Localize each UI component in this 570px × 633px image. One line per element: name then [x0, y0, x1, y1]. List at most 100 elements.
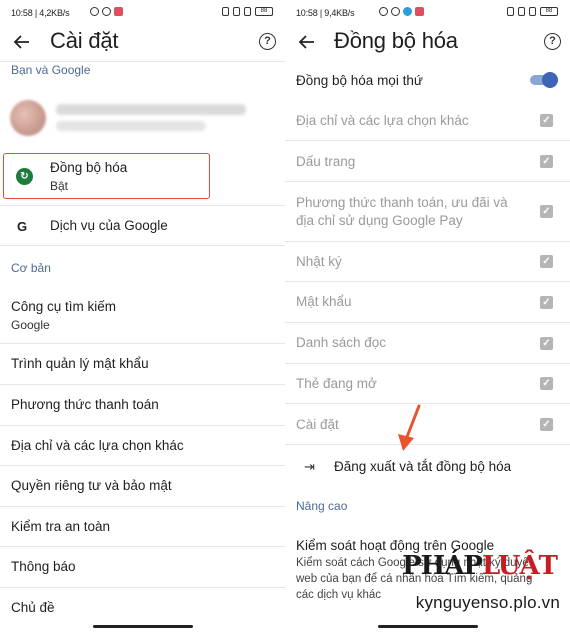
wifi-icon [244, 7, 251, 16]
bluetooth-icon [507, 7, 514, 16]
checkbox-checked-icon[interactable]: ✓ [540, 337, 553, 350]
watermark-logo: PHÁPLUẬT [402, 551, 558, 581]
signal-icon [518, 7, 525, 16]
section-header-basic: Cơ bản [11, 261, 51, 275]
item-label: Chủ đề [11, 600, 55, 615]
battery-icon: 88 [255, 7, 273, 16]
status-bar: 10:58 | 4,2KB/s 88 [0, 0, 285, 26]
page-title: Cài đặt [50, 28, 119, 53]
app-notification-icon [114, 7, 123, 16]
search-engine-item[interactable]: Công cụ tìm kiếm Google [0, 284, 285, 344]
safety-check-item[interactable]: Kiểm tra an toàn [0, 507, 285, 547]
app-bar: Đồng bộ hóa ? [285, 26, 570, 60]
sync-screen: 10:58 | 9,4KB/s 88 Đồng bộ hóa ? Đồng bộ… [285, 0, 570, 633]
sync-option-settings[interactable]: Cài đặt ✓ [285, 404, 570, 445]
watermark-logo-text: PHÁPLUẬT [402, 551, 558, 581]
status-right: 88 [222, 7, 273, 16]
sync-option-label-line2: địa chỉ sử dụng Google Pay [296, 213, 463, 228]
signal-icon [233, 7, 240, 16]
telegram-icon [403, 7, 412, 16]
status-right: 88 [507, 7, 558, 16]
account-name-blurred [56, 104, 246, 115]
alarm-icon [379, 7, 388, 16]
settings-screen: 10:58 | 4,2KB/s 88 Cài đặt ? Bạn và Goog… [0, 0, 285, 633]
status-icons [90, 7, 123, 16]
sync-option-payments[interactable]: Phương thức thanh toán, ưu đãi và địa ch… [285, 182, 570, 242]
alarm-icon [90, 7, 99, 16]
item-label: Địa chỉ và các lựa chọn khác [11, 438, 184, 453]
checkbox-checked-icon[interactable]: ✓ [540, 205, 553, 218]
item-label: Trình quản lý mật khẩu [11, 356, 149, 371]
sync-option-reading-list[interactable]: Danh sách đọc ✓ [285, 323, 570, 364]
sync-everything-row[interactable]: Đồng bộ hóa mọi thứ [285, 61, 570, 101]
home-indicator[interactable] [377, 625, 478, 628]
watermark-url: kynguyenso.plo.vn [415, 593, 560, 612]
google-icon: G [17, 219, 28, 234]
signout-row[interactable]: Đăng xuất và tắt đồng bộ hóa [285, 445, 570, 488]
clock-icon [102, 7, 111, 16]
password-manager-item[interactable]: Trình quản lý mật khẩu [0, 344, 285, 385]
divider [0, 61, 285, 62]
annotation-arrow-icon [398, 404, 421, 451]
home-indicator[interactable] [92, 625, 193, 628]
google-services-item[interactable]: Dịch vụ của Google [0, 206, 285, 246]
item-label: Thông báo [11, 559, 76, 574]
sync-option-label: Địa chỉ và các lựa chọn khác [296, 113, 469, 128]
toggle-knob [542, 72, 558, 88]
sync-option-open-tabs[interactable]: Thẻ đang mở ✓ [285, 364, 570, 404]
status-time: 10:58 | 4,2KB/s [11, 8, 70, 18]
sync-option-label: Thẻ đang mở [296, 376, 377, 391]
back-arrow-icon[interactable] [12, 32, 32, 52]
wifi-icon [529, 7, 536, 16]
theme-item[interactable]: Chủ đề [0, 588, 285, 628]
status-bar: 10:58 | 9,4KB/s 88 [285, 0, 570, 26]
app-bar: Cài đặt ? [0, 26, 285, 60]
search-engine-subtitle: Google [11, 318, 50, 332]
sync-option-bookmarks[interactable]: Dấu trang ✓ [285, 141, 570, 182]
battery-icon: 88 [540, 7, 558, 16]
item-label: Quyền riêng tư và bảo mật [11, 478, 172, 493]
sync-option-label: Cài đặt [296, 417, 339, 432]
account-row-blurred[interactable] [10, 98, 280, 138]
sync-everything-label: Đồng bộ hóa mọi thứ [296, 73, 423, 88]
help-icon[interactable]: ? [259, 33, 276, 50]
status-icons [379, 7, 424, 16]
addresses-item[interactable]: Địa chỉ và các lựa chọn khác [0, 426, 285, 466]
checkbox-checked-icon[interactable]: ✓ [540, 114, 553, 127]
page-title: Đồng bộ hóa [334, 28, 458, 53]
signout-icon: ⇥ [304, 459, 315, 474]
checkbox-checked-icon[interactable]: ✓ [540, 255, 553, 268]
checkbox-checked-icon[interactable]: ✓ [540, 155, 553, 168]
app-notification-icon [415, 7, 424, 16]
checkbox-checked-icon[interactable]: ✓ [540, 296, 553, 309]
section-header-account: Bạn và Google [11, 63, 91, 77]
checkbox-checked-icon[interactable]: ✓ [540, 418, 553, 431]
logo-part-1: PHÁP [402, 551, 483, 581]
sync-option-history[interactable]: Nhật ký ✓ [285, 242, 570, 282]
sync-option-passwords[interactable]: Mật khẩu ✓ [285, 282, 570, 323]
sync-option-addresses[interactable]: Địa chỉ và các lựa chọn khác ✓ [285, 101, 570, 141]
checkbox-checked-icon[interactable]: ✓ [540, 377, 553, 390]
highlight-box [3, 153, 210, 199]
sync-option-label: Nhật ký [296, 254, 342, 269]
sync-option-label: Mật khẩu [296, 294, 352, 309]
item-label: Phương thức thanh toán [11, 397, 159, 412]
logo-part-2: LUẬT [481, 551, 558, 581]
sync-everything-toggle[interactable] [530, 72, 558, 88]
status-time: 10:58 | 9,4KB/s [296, 8, 355, 18]
privacy-security-item[interactable]: Quyền riêng tư và bảo mật [0, 466, 285, 507]
sync-option-label: Phương thức thanh toán, ưu đãi và [296, 195, 508, 210]
notifications-item[interactable]: Thông báo [0, 547, 285, 588]
help-icon[interactable]: ? [544, 33, 561, 50]
section-header-advanced: Nâng cao [296, 499, 348, 513]
avatar [10, 100, 46, 136]
activity-line-3: các dịch vụ khác [296, 589, 382, 601]
search-engine-title: Công cụ tìm kiếm [11, 299, 117, 314]
payment-methods-item[interactable]: Phương thức thanh toán [0, 385, 285, 426]
item-label: Kiểm tra an toàn [11, 519, 111, 534]
sync-option-label: Danh sách đọc [296, 335, 387, 350]
sync-option-label: Dấu trang [296, 154, 356, 169]
clock-icon [391, 7, 400, 16]
back-arrow-icon[interactable] [297, 32, 317, 52]
signout-label: Đăng xuất và tắt đồng bộ hóa [334, 459, 512, 474]
